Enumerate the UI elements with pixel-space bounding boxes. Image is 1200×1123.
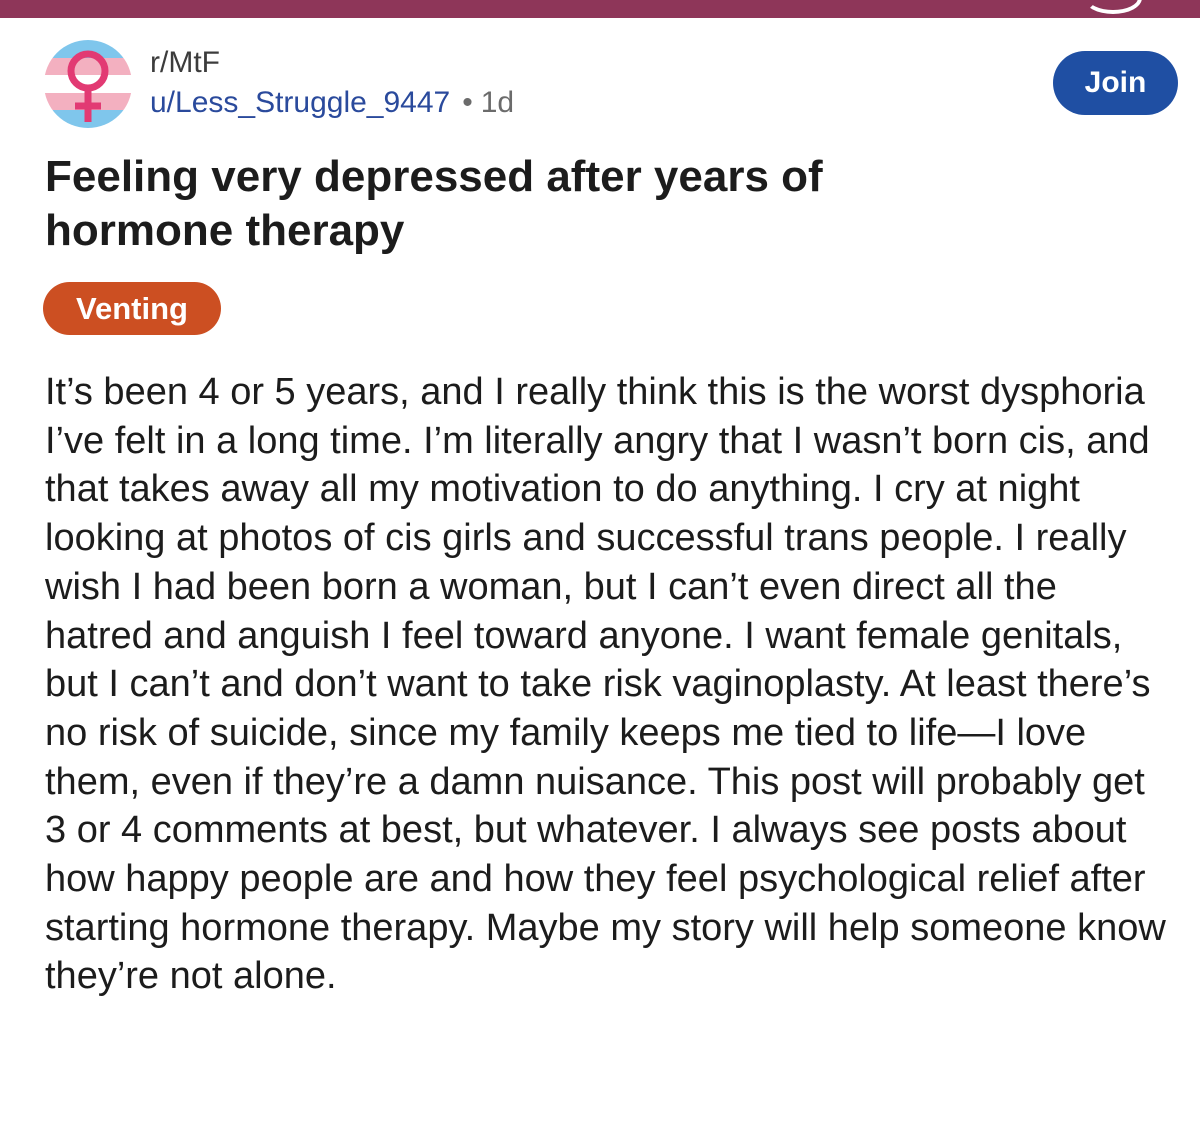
- meta-separator: •: [462, 86, 473, 119]
- post-flair[interactable]: Venting: [43, 282, 221, 335]
- post-body: It’s been 4 or 5 years, and I really thi…: [45, 371, 1166, 998]
- post-meta: u/Less_Struggle_9447 • 1d: [150, 85, 514, 121]
- partial-icon: [1084, 0, 1142, 14]
- top-bar: [0, 0, 1200, 18]
- subreddit-name[interactable]: r/MtF: [150, 45, 220, 81]
- join-button[interactable]: Join: [1053, 51, 1178, 115]
- subreddit-avatar[interactable]: [44, 40, 132, 128]
- post-age: 1d: [480, 86, 515, 119]
- trans-flag-female-symbol-icon: [44, 40, 132, 128]
- author-username[interactable]: u/Less_Struggle_9447: [150, 86, 450, 119]
- post-title[interactable]: Feeling very depressed after years of ho…: [45, 150, 925, 258]
